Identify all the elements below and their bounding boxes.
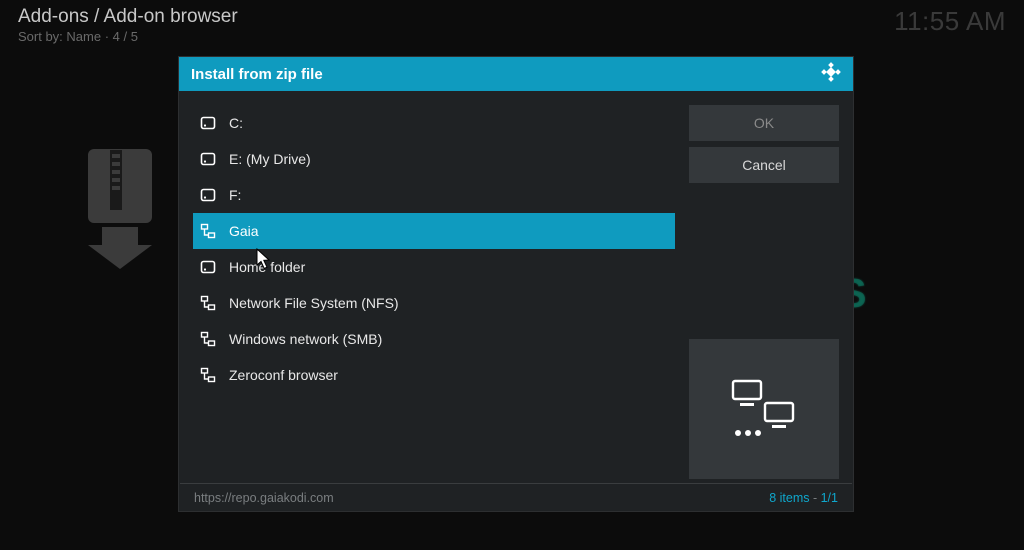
source-item-c[interactable]: C:	[193, 105, 675, 141]
preview-panel	[689, 339, 839, 479]
dialog-titlebar: Install from zip file	[179, 57, 853, 91]
source-label: E: (My Drive)	[229, 151, 311, 167]
source-label: Windows network (SMB)	[229, 331, 382, 347]
source-item-gaia[interactable]: Gaia	[193, 213, 675, 249]
source-item-network-file-system-nfs[interactable]: Network File System (NFS)	[193, 285, 675, 321]
page-header: Add-ons / Add-on browser Sort by: Name ·…	[18, 6, 238, 44]
footer-dash: -	[813, 491, 821, 505]
position-indicator: 4 / 5	[113, 29, 138, 44]
footer-path: https://repo.gaiakodi.com	[194, 491, 334, 505]
dialog-footer: https://repo.gaiakodi.com 8 items - 1/1	[180, 483, 852, 511]
source-item-f[interactable]: F:	[193, 177, 675, 213]
cancel-button[interactable]: Cancel	[689, 147, 839, 183]
network-icon	[199, 294, 217, 312]
page-title: Add-ons / Add-on browser	[18, 6, 238, 28]
hdd-icon	[199, 114, 217, 132]
network-icon	[199, 222, 217, 240]
clock: 11:55 AM	[894, 6, 1006, 37]
dialog-title: Install from zip file	[191, 66, 323, 83]
hdd-icon	[199, 186, 217, 204]
source-label: Gaia	[229, 223, 259, 239]
source-item-e-my-drive[interactable]: E: (My Drive)	[193, 141, 675, 177]
dot-separator: ·	[105, 29, 113, 44]
source-item-windows-network-smb[interactable]: Windows network (SMB)	[193, 321, 675, 357]
page-indicator: 1/1	[821, 491, 838, 505]
source-item-zeroconf-browser[interactable]: Zeroconf browser	[193, 357, 675, 393]
kodi-logo-icon	[821, 62, 841, 87]
ok-button[interactable]: OK	[689, 105, 839, 141]
source-label: Zeroconf browser	[229, 367, 338, 383]
page-subheader: Sort by: Name · 4 / 5	[18, 29, 238, 44]
source-label: C:	[229, 115, 243, 131]
zip-download-icon	[82, 145, 168, 265]
source-label: Home folder	[229, 259, 305, 275]
hdd-icon	[199, 258, 217, 276]
item-count: 8 items	[769, 491, 809, 505]
source-item-home-folder[interactable]: Home folder	[193, 249, 675, 285]
install-zip-dialog: Install from zip file C: E: (My Drive) F: G…	[178, 56, 854, 512]
network-icon	[199, 330, 217, 348]
network-icon	[199, 366, 217, 384]
sort-label: Sort by: Name	[18, 29, 101, 44]
source-label: F:	[229, 187, 241, 203]
file-source-list: C: E: (My Drive) F: Gaia Home folder Network …	[193, 105, 675, 393]
hdd-icon	[199, 150, 217, 168]
network-computers-icon	[727, 377, 801, 441]
source-label: Network File System (NFS)	[229, 295, 399, 311]
